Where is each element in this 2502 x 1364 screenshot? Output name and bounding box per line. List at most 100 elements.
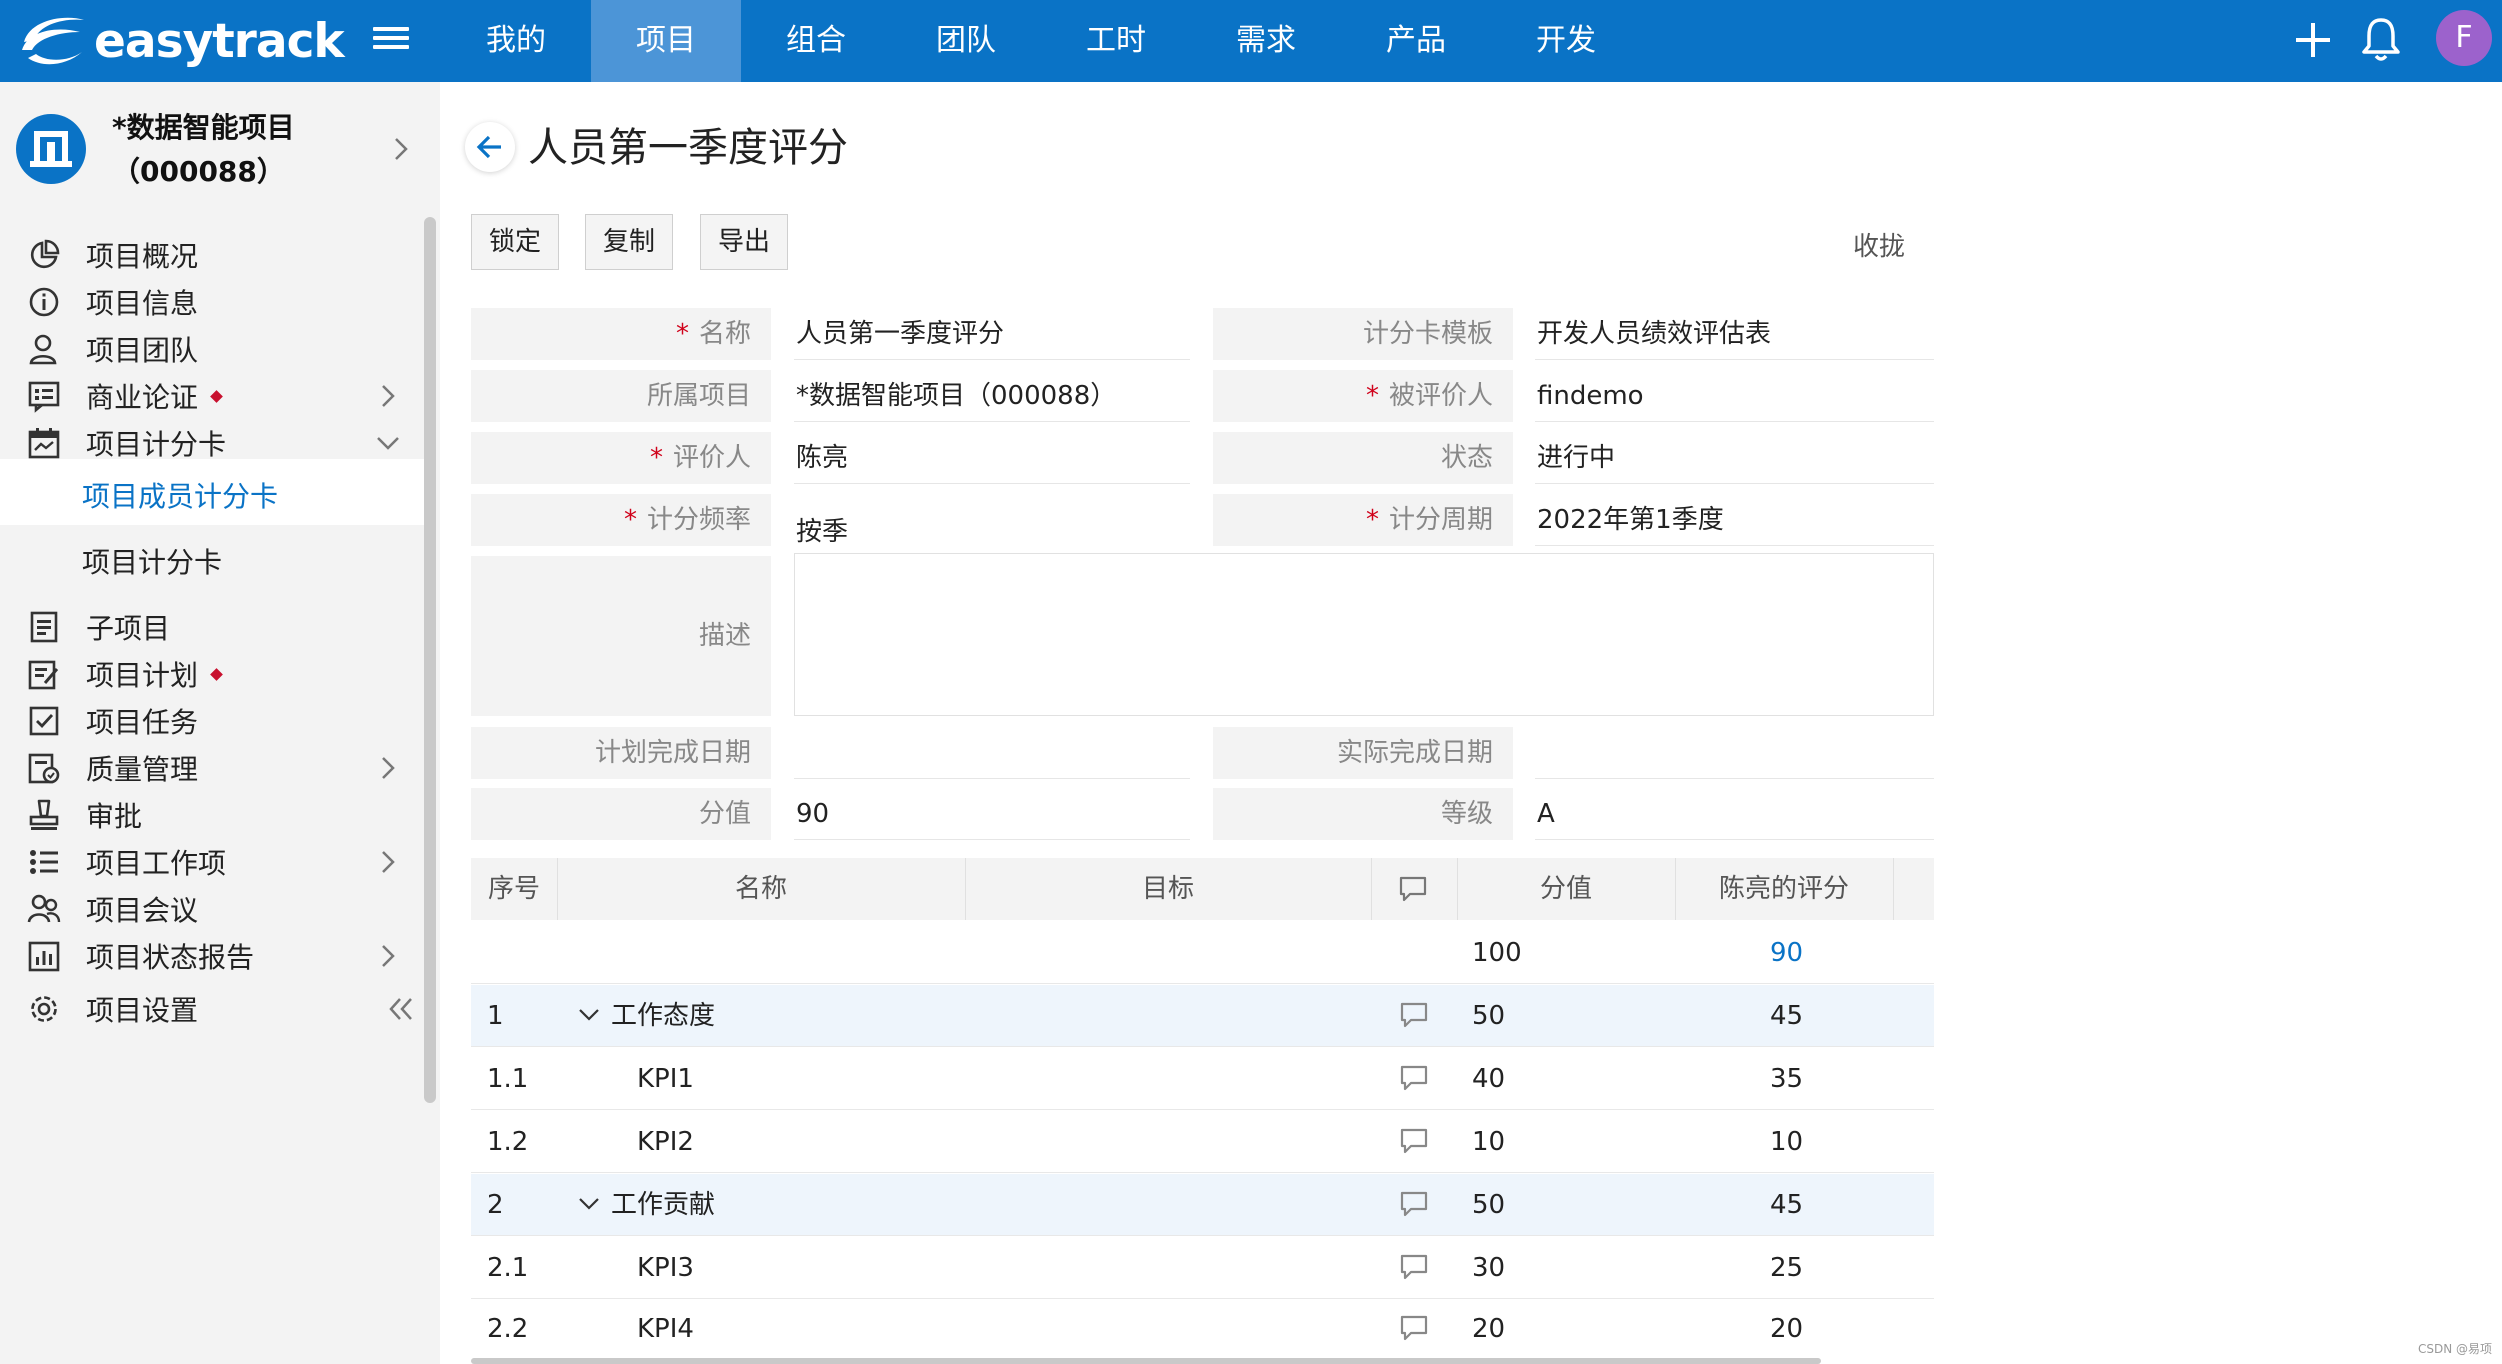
sidebar-item-settings[interactable]: 项目设置: [0, 976, 424, 1042]
assessor-label: * 评价人: [471, 432, 771, 484]
col-header-seq[interactable]: 序号: [471, 858, 557, 920]
nav-item-timesheet[interactable]: 工时: [1041, 0, 1191, 82]
nav-item-mine[interactable]: 我的: [441, 0, 591, 82]
col-header-score[interactable]: 分值: [1457, 858, 1675, 920]
sidebar-subitem-project-scorecard[interactable]: 项目计分卡: [0, 525, 424, 591]
team-icon: [29, 334, 57, 365]
row-rating[interactable]: 45: [1770, 985, 1803, 1047]
table-row[interactable]: 1.1 KPI1 40 35: [471, 1048, 1934, 1110]
col-header-rating[interactable]: 陈亮的评分: [1675, 858, 1893, 920]
assessee-label: * 被评价人: [1213, 370, 1513, 422]
row-rating[interactable]: 45: [1770, 1174, 1803, 1236]
sidebar-subitem-member-scorecard[interactable]: 项目成员计分卡: [0, 459, 424, 525]
plan-icon: [28, 660, 59, 690]
score-label: 分值: [471, 788, 771, 840]
comment-icon[interactable]: [1399, 1190, 1429, 1218]
double-chevron-left-icon[interactable]: [386, 994, 416, 1024]
assessee-field[interactable]: findemo: [1535, 370, 1934, 422]
actual-date-label: 实际完成日期: [1213, 727, 1513, 779]
info-icon: [29, 287, 59, 317]
row-seq: 1.1: [487, 1064, 529, 1094]
back-button[interactable]: [465, 122, 515, 172]
project-field[interactable]: *数据智能项目（000088）: [794, 370, 1190, 422]
chevron-down-icon[interactable]: [577, 1194, 601, 1214]
collapse-link[interactable]: 收拢: [1853, 226, 1905, 263]
chevron-right-icon: [382, 385, 395, 407]
row-score: 50: [1472, 1190, 1506, 1220]
export-button[interactable]: 导出: [700, 214, 788, 270]
grade-field: A: [1535, 788, 1934, 840]
main-nav: 我的 项目 组合 团队 工时 需求 产品 开发: [441, 0, 1641, 82]
logo-text: easytrack: [94, 13, 345, 69]
nav-item-development[interactable]: 开发: [1491, 0, 1641, 82]
planned-date-field[interactable]: [794, 727, 1190, 779]
nav-item-team[interactable]: 团队: [891, 0, 1041, 82]
table-row[interactable]: 2.2 KPI4 20 20: [471, 1298, 1934, 1360]
row-name: KPI3: [637, 1253, 694, 1283]
col-header-target[interactable]: 目标: [965, 858, 1371, 920]
subproject-icon: [30, 611, 58, 643]
comment-icon[interactable]: [1399, 1064, 1429, 1092]
sidebar-item-label: 项目计分卡: [86, 428, 227, 461]
table-horizontal-scrollbar[interactable]: [471, 1358, 1821, 1364]
bell-icon[interactable]: [2358, 14, 2404, 64]
meeting-icon: [27, 894, 61, 923]
copy-button[interactable]: 复制: [585, 214, 673, 270]
worklist-icon: [30, 850, 58, 874]
project-header[interactable]: *数据智能项目（000088）: [0, 82, 440, 217]
app-logo[interactable]: easytrack: [18, 8, 345, 74]
comment-icon[interactable]: [1399, 1127, 1429, 1155]
table-row[interactable]: 1.2 KPI2 10 10: [471, 1111, 1934, 1173]
arrow-left-icon: [476, 135, 501, 159]
table-header: 序号 名称 目标 分值 陈亮的评分: [471, 858, 1934, 920]
col-header-name[interactable]: 名称: [557, 858, 965, 920]
row-rating[interactable]: 25: [1770, 1237, 1803, 1299]
row-rating[interactable]: 35: [1770, 1048, 1803, 1110]
menu-icon[interactable]: [373, 22, 409, 58]
row-score: 30: [1472, 1253, 1506, 1283]
table-row[interactable]: 2 工作贡献 50 45: [471, 1174, 1934, 1236]
name-field[interactable]: 人员第一季度评分: [794, 308, 1190, 360]
notification-badge: [210, 389, 223, 403]
row-rating[interactable]: 20: [1770, 1298, 1803, 1360]
nav-item-portfolio[interactable]: 组合: [741, 0, 891, 82]
quality-icon: [28, 753, 60, 784]
chevron-down-icon: [377, 437, 399, 450]
table-row[interactable]: 1 工作态度 50 45: [471, 985, 1934, 1047]
top-nav-bar: easytrack 我的 项目 组合 团队 工时 需求 产品 开发 F: [0, 0, 2502, 82]
nav-item-project[interactable]: 项目: [591, 0, 741, 82]
frequency-field[interactable]: 按季: [794, 506, 1190, 558]
row-seq: 2.1: [487, 1253, 529, 1283]
row-score: 50: [1472, 1001, 1506, 1031]
comment-icon[interactable]: [1399, 1001, 1429, 1029]
assessor-field[interactable]: 陈亮: [794, 432, 1190, 484]
chevron-right-icon: [382, 757, 395, 779]
row-seq: 2.2: [487, 1314, 529, 1344]
plus-icon[interactable]: [2290, 17, 2336, 63]
chevron-right-icon[interactable]: [390, 134, 412, 164]
nav-item-requirements[interactable]: 需求: [1191, 0, 1341, 82]
chevron-down-icon[interactable]: [577, 1005, 601, 1025]
total-rating[interactable]: 90: [1770, 922, 1803, 984]
sidebar-item-label: 项目状态报告: [86, 941, 255, 974]
template-field[interactable]: 开发人员绩效评估表: [1535, 308, 1934, 360]
user-avatar[interactable]: F: [2436, 10, 2492, 66]
name-label: * 名称: [471, 308, 771, 360]
nav-item-product[interactable]: 产品: [1341, 0, 1491, 82]
comment-icon[interactable]: [1399, 1314, 1429, 1342]
description-textarea[interactable]: [794, 553, 1934, 716]
lock-button[interactable]: 锁定: [471, 214, 559, 270]
sidebar-subitem-label: 项目成员计分卡: [82, 480, 279, 513]
actual-date-field[interactable]: [1535, 727, 1934, 779]
table-row[interactable]: 2.1 KPI3 30 25: [471, 1237, 1934, 1299]
row-name: 工作态度: [611, 1001, 716, 1031]
pie-chart-icon: [30, 239, 60, 269]
sidebar-scrollbar[interactable]: [424, 217, 436, 1103]
sidebar-subitem-label: 项目计分卡: [82, 546, 223, 579]
comment-icon[interactable]: [1399, 1253, 1429, 1281]
frequency-label: * 计分频率: [471, 494, 771, 546]
total-score: 100: [1472, 938, 1522, 968]
row-name: KPI2: [637, 1127, 694, 1157]
period-field[interactable]: 2022年第1季度: [1535, 494, 1934, 546]
row-rating[interactable]: 10: [1770, 1111, 1803, 1173]
